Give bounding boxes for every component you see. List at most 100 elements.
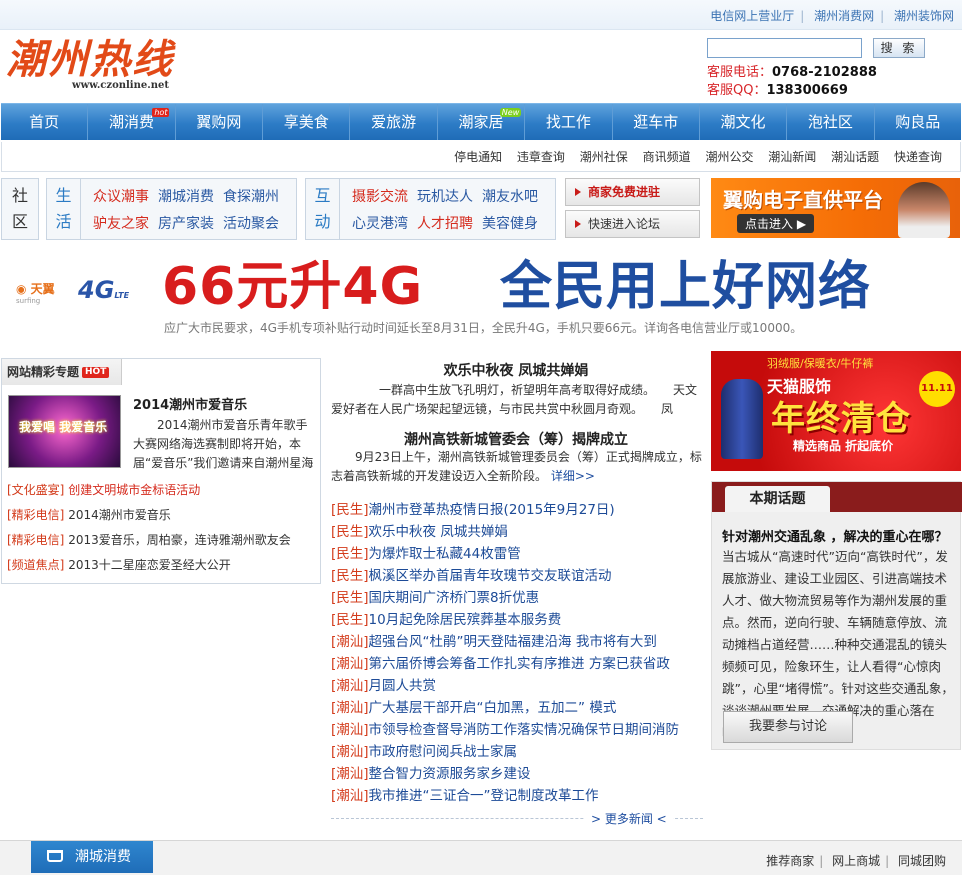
- headline-2-title[interactable]: 潮州高铁新城管委会（筹）揭牌成立: [326, 429, 706, 449]
- news-title[interactable]: 整合智力资源服务家乡建设: [369, 766, 531, 782]
- list-item[interactable]: [文化盛宴] 创建文明城市金标语活动: [7, 478, 291, 503]
- subnav-business[interactable]: 商讯频道: [643, 150, 691, 164]
- headline-2-desc: 9月23日上午，潮州高铁新城管理委员会（筹）正式揭牌成立，标志着高铁新城的开发建…: [331, 450, 702, 483]
- news-item[interactable]: [潮汕]市领导检查督导消防工作落实情况确保节日期间消防: [331, 719, 703, 741]
- life-links: 众议潮事 潮城消费 食探潮州 驴友之家 房产家装 活动聚会: [93, 184, 288, 238]
- link-shuiba[interactable]: 潮友水吧: [482, 184, 538, 211]
- news-item[interactable]: [民生]潮州市登革热疫情日报(2015年9月27日): [331, 499, 703, 521]
- ad-headline: 年终清仓: [771, 399, 911, 439]
- news-item[interactable]: [潮汕]广大基层干部开启“白加黑，五加二” 模式: [331, 697, 703, 719]
- link-recommend-merchants[interactable]: 推荐商家: [766, 854, 814, 868]
- top-link-telecom[interactable]: 电信网上营业厅: [710, 9, 794, 23]
- nav-jobs[interactable]: 找工作: [525, 104, 613, 140]
- merchant-join-button[interactable]: 商家免费进驻: [565, 178, 700, 206]
- nav-consumption[interactable]: 潮消费 hot: [88, 104, 176, 140]
- headline-1-title[interactable]: 欢乐中秋夜 凤城共婵娟: [326, 360, 706, 380]
- special-topics-panel: 网站精彩专题 HOT 我爱唱 我爱音乐 2014潮州市爱音乐 2014潮州市爱音乐…: [1, 358, 321, 584]
- link-sheying[interactable]: 摄影交流: [352, 184, 408, 211]
- nav-home[interactable]: 首页: [1, 104, 89, 140]
- news-item[interactable]: [民生]10月起免除居民殡葬基本服务费: [331, 609, 703, 631]
- subnav-express[interactable]: 快递查询: [894, 150, 942, 164]
- news-title[interactable]: 潮州市登革热疫情日报(2015年9月27日): [369, 502, 615, 518]
- nav-yigou[interactable]: 翼购网: [176, 104, 264, 140]
- news-title[interactable]: 我市推进“三证合一”登记制度改革工作: [369, 788, 599, 804]
- search-input[interactable]: [707, 38, 862, 58]
- link-wanji[interactable]: 玩机达人: [417, 184, 473, 211]
- news-item[interactable]: [民生]欢乐中秋夜 凤城共婵娟: [331, 521, 703, 543]
- current-topic-panel: 本期话题 针对潮州交通乱象 ，解决的重心在哪？ 当古城从“高速时代”迈向“高铁时…: [711, 481, 962, 750]
- link-online-mall[interactable]: 网上商城: [832, 854, 880, 868]
- top-link-consumption[interactable]: 潮州消费网: [814, 9, 874, 23]
- nav-travel[interactable]: 爱旅游: [350, 104, 438, 140]
- news-title[interactable]: 月圆人共赏: [369, 678, 437, 694]
- list-item[interactable]: [精彩电信] 2014潮州市爱音乐: [7, 503, 291, 528]
- link-shitan[interactable]: 食探潮州: [223, 184, 279, 211]
- news-title[interactable]: 广大基层干部开启“白加黑，五加二” 模式: [369, 700, 617, 716]
- nav-home-living[interactable]: 潮家居 New: [438, 104, 526, 140]
- nav-cars[interactable]: 逛车市: [613, 104, 700, 140]
- subnav-social-security[interactable]: 潮州社保: [580, 150, 628, 164]
- search-button[interactable]: 搜 索: [873, 38, 925, 58]
- cart-icon: [47, 850, 63, 862]
- news-item[interactable]: [潮汕]我市推进“三证合一”登记制度改革工作: [331, 785, 703, 807]
- list-item[interactable]: [频道焦点] 2013十二星座恋爱圣经大公开: [7, 553, 291, 578]
- list-item[interactable]: [精彩电信] 2013爱音乐，周柏豪，连诗雅潮州歌友会: [7, 528, 291, 553]
- link-chaocheng[interactable]: 潮城消费: [158, 184, 214, 211]
- subnav-news[interactable]: 潮汕新闻: [768, 150, 816, 164]
- news-item[interactable]: [潮汕]第六届侨博会筹备工作扎实有序推进 方案已获省政: [331, 653, 703, 675]
- link-lvyou[interactable]: 驴友之家: [93, 211, 149, 238]
- nav-community[interactable]: 泡社区: [787, 104, 875, 140]
- forum-enter-button[interactable]: 快速进入论坛: [565, 210, 700, 238]
- link-meirong[interactable]: 美容健身: [482, 211, 538, 238]
- link-rencai[interactable]: 人才招聘: [417, 211, 473, 238]
- news-item[interactable]: [潮汕]超强台风“杜鹃”明天登陆福建沿海 我市将有大到: [331, 631, 703, 653]
- news-title[interactable]: 欢乐中秋夜 凤城共婵娟: [369, 524, 508, 540]
- link-huodong[interactable]: 活动聚会: [223, 211, 279, 238]
- news-item[interactable]: [民生]枫溪区举办首届青年玫瑰节交友联谊活动: [331, 565, 703, 587]
- section-tab[interactable]: 潮城消费: [31, 841, 153, 873]
- news-item[interactable]: [民生]为爆炸取士私藏44枚雷管: [331, 543, 703, 565]
- news-title[interactable]: 为爆炸取士私藏44枚雷管: [369, 546, 521, 562]
- subnav-bus[interactable]: 潮州公交: [705, 150, 753, 164]
- 4g-lte-logo: 4GLTE: [78, 276, 130, 304]
- tianyi-logo: ◉ 天翼 surfing: [16, 282, 55, 305]
- link-group-buy[interactable]: 同城团购: [898, 854, 946, 868]
- nav-culture[interactable]: 潮文化: [700, 104, 788, 140]
- arrow-icon: [575, 220, 581, 228]
- link-fangchan[interactable]: 房产家装: [158, 211, 214, 238]
- news-title[interactable]: 第六届侨博会筹备工作扎实有序推进 方案已获省政: [369, 656, 670, 672]
- subnav-topics[interactable]: 潮汕话题: [831, 150, 879, 164]
- join-discussion-button[interactable]: 我要参与讨论: [723, 711, 853, 743]
- detail-link[interactable]: 详细>>: [551, 469, 595, 483]
- promo-banner-4g[interactable]: ◉ 天翼 surfing 4GLTE 66元升4G 全民用上好网络 应广大市民要求…: [0, 246, 962, 342]
- special-list: [文化盛宴] 创建文明城市金标语活动 [精彩电信] 2014潮州市爱音乐 [精彩…: [7, 478, 291, 578]
- news-title[interactable]: 市领导检查督导消防工作落实情况确保节日期间消防: [369, 722, 680, 738]
- news-title[interactable]: 国庆期间广济桥门票8折优惠: [369, 590, 540, 606]
- top-link-decoration[interactable]: 潮州装饰网: [894, 9, 954, 23]
- news-title[interactable]: 市政府慰问阅兵战士家属: [369, 744, 518, 760]
- news-item[interactable]: [民生]国庆期间广济桥门票8折优惠: [331, 587, 703, 609]
- qq-number: 138300669: [766, 83, 848, 98]
- nav-goods[interactable]: 购良品: [875, 104, 961, 140]
- link-xinling[interactable]: 心灵港湾: [352, 211, 408, 238]
- news-item[interactable]: [潮汕]月圆人共赏: [331, 675, 703, 697]
- news-tag: [潮汕]: [331, 656, 369, 672]
- news-title[interactable]: 超强台风“杜鹃”明天登陆福建沿海 我市将有大到: [369, 634, 657, 650]
- link-zhongyi[interactable]: 众议潮事: [93, 184, 149, 211]
- news-item[interactable]: [潮汕]市政府慰问阅兵战士家属: [331, 741, 703, 763]
- news-tag: [民生]: [331, 612, 369, 628]
- news-title[interactable]: 枫溪区举办首届青年玫瑰节交友联谊活动: [369, 568, 612, 584]
- special-thumbnail[interactable]: 我爱唱 我爱音乐: [8, 395, 121, 468]
- tmall-ad-banner[interactable]: 羽绒服/保暖衣/牛仔裤 天猫服饰 年终清仓 精选商品 折起底价 11.11: [711, 351, 961, 471]
- yigou-ad-banner[interactable]: 翼购电子直供平台 点击进入 ▶: [711, 178, 960, 238]
- phone-number: 0768-2102888: [772, 65, 877, 80]
- subnav-power-notice[interactable]: 停电通知: [454, 150, 502, 164]
- subnav-violation[interactable]: 违章查询: [517, 150, 565, 164]
- more-news-link[interactable]: > 更多新闻 <: [585, 810, 673, 827]
- news-item[interactable]: [潮汕]整合智力资源服务家乡建设: [331, 763, 703, 785]
- main-nav: 首页 潮消费 hot 翼购网 享美食 爱旅游 潮家居 New 找工作 逛车市 潮文化…: [1, 103, 961, 140]
- site-logo[interactable]: 潮州热线 www.czonline.net: [6, 38, 176, 94]
- nav-food[interactable]: 享美食: [263, 104, 351, 140]
- special-title[interactable]: 2014潮州市爱音乐: [133, 394, 247, 413]
- news-title[interactable]: 10月起免除居民殡葬基本服务费: [369, 612, 562, 628]
